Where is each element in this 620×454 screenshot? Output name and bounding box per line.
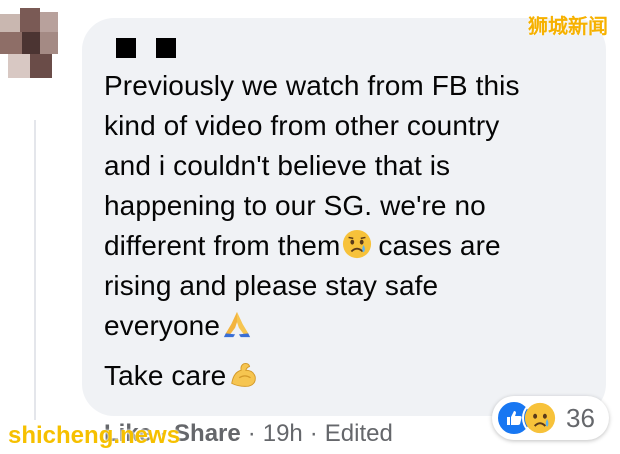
separator: · — [309, 420, 318, 447]
watermark-bottom: shicheng.news — [8, 422, 181, 449]
reactions-summary[interactable]: 36 — [492, 396, 609, 440]
comment-line: Take care — [104, 356, 594, 396]
separator: · — [247, 420, 256, 447]
avatar[interactable] — [0, 8, 70, 88]
redaction-block — [116, 38, 136, 58]
comment-text: Previously we watch from FB this kind of… — [104, 66, 594, 396]
comment-fragment: everyone — [104, 310, 220, 341]
thread-line — [34, 120, 36, 420]
sad-reaction-icon — [522, 400, 558, 436]
timestamp[interactable]: 19h — [263, 420, 303, 448]
comment-line: happening to our SG. we're no — [104, 190, 486, 221]
comment-line: Previously we watch from FB this — [104, 70, 520, 101]
edited-label[interactable]: Edited — [325, 420, 393, 448]
comment-line: kind of video from other country — [104, 110, 500, 141]
comment-closing: Take care — [104, 360, 227, 391]
comment-line: rising and please stay safe — [104, 270, 439, 301]
flexed-biceps-emoji-icon — [231, 363, 257, 387]
comment-line: different from them cases are — [104, 226, 594, 266]
share-button[interactable]: Share — [174, 420, 241, 448]
comment-line: everyone — [104, 306, 594, 346]
redaction-block — [156, 38, 176, 58]
comment-screenshot: Previously we watch from FB this kind of… — [0, 0, 620, 454]
comment-line: and i couldn't believe that is — [104, 150, 451, 181]
author-name-redacted[interactable] — [116, 38, 176, 58]
reaction-count: 36 — [566, 402, 595, 433]
watermark-top: 狮城新闻 — [528, 16, 608, 38]
comment-fragment: different from them — [104, 230, 341, 261]
sad-face-emoji-icon — [343, 229, 372, 259]
folded-hands-emoji-icon — [223, 311, 251, 338]
comment-fragment: cases are — [378, 230, 501, 261]
